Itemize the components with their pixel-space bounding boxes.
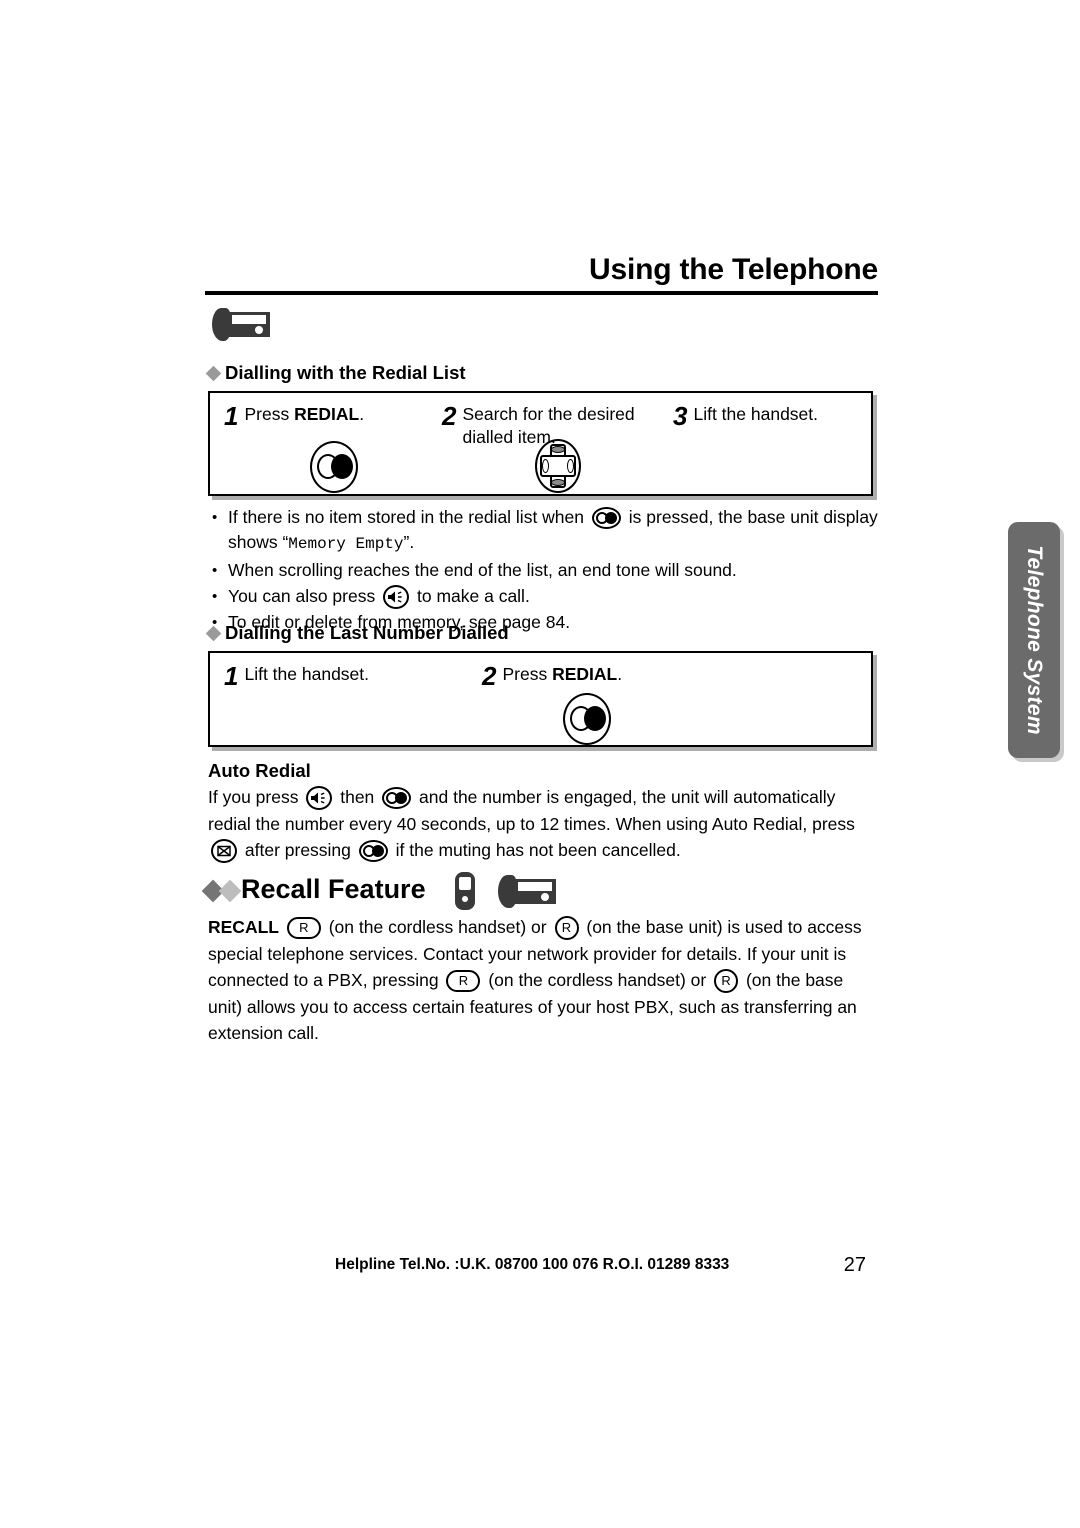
step-text: Press REDIAL. [244, 404, 365, 424]
page-header: Using the Telephone [205, 252, 878, 295]
redial-button-icon [563, 693, 611, 745]
auto-redial-paragraph: If you press then and the number is enga… [208, 784, 880, 864]
page-title: Using the Telephone [589, 253, 878, 286]
redial-button-icon [591, 507, 621, 530]
step-text: Lift the handset. [244, 664, 370, 684]
recall-key-handset-icon: R [286, 917, 321, 940]
heading-text: Dialling the Last Number Dialled [225, 622, 509, 643]
redial-button-icon [382, 787, 412, 810]
heading-recall-feature: Recall Feature [201, 872, 556, 910]
bullet-item: You can also press to make a call. [208, 584, 880, 610]
step-text: Lift the handset. [693, 404, 819, 424]
cordless-handset-icon [454, 872, 475, 910]
step-2: 2 Press REDIAL. [482, 663, 697, 689]
redial-button-icon [310, 441, 358, 493]
redial-button-icon [358, 840, 388, 863]
helpline-text: Helpline Tel.No. :U.K. 08700 100 076 R.O… [335, 1256, 730, 1273]
page-footer: Helpline Tel.No. :U.K. 08700 100 076 R.O… [205, 1254, 878, 1286]
heading-text: Dialling with the Redial List [225, 362, 466, 383]
manual-page: Using the Telephone Dialling with the Re… [0, 0, 1080, 1528]
heading-dialling-last-number: Dialling the Last Number Dialled [205, 622, 509, 644]
step-number: 2 [482, 661, 497, 691]
mute-button-icon [211, 839, 237, 864]
step-number: 2 [442, 401, 457, 431]
step-box-last-number: 1 Lift the handset. 2 Press REDIAL. [208, 651, 873, 747]
heading-text: Recall Feature [241, 874, 426, 905]
step-1: 1 Lift the handset. [224, 663, 439, 689]
step-text: Press REDIAL. [502, 664, 623, 684]
side-tab-label: Telephone System [1023, 545, 1046, 735]
heading-text: Auto Redial [208, 760, 311, 781]
step-number: 1 [224, 661, 239, 691]
heading-dialling-redial-list: Dialling with the Redial List [205, 362, 466, 384]
diamond-bullet-icon [218, 879, 242, 902]
heading-auto-redial: Auto Redial [208, 760, 311, 782]
recall-key-base-icon: R [714, 969, 739, 994]
page-number: 27 [843, 1254, 866, 1276]
navigator-key-icon [535, 439, 581, 493]
recall-key-base-icon: R [554, 916, 579, 941]
notes-bullet-list: If there is no item stored in the redial… [208, 505, 880, 636]
base-unit-icon [212, 308, 270, 341]
bullet-item: When scrolling reaches the end of the li… [208, 558, 880, 583]
base-unit-icon [497, 874, 556, 908]
recall-feature-paragraph: RECALL R (on the cordless handset) or R … [208, 916, 862, 1043]
step-1: 1 Press REDIAL. [224, 403, 424, 429]
step-3: 3 Lift the handset. [673, 403, 863, 429]
step-box-redial-list: 1 Press REDIAL. 2 Search for the desired d… [208, 391, 873, 496]
step-number: 3 [673, 401, 688, 431]
speakerphone-icon [383, 585, 410, 610]
recall-key-handset-icon: R [446, 970, 481, 993]
side-tab-telephone-system: Telephone System [1008, 522, 1060, 758]
step-number: 1 [224, 401, 239, 431]
bullet-item: If there is no item stored in the redial… [208, 505, 880, 557]
diamond-bullet-icon [205, 625, 222, 642]
diamond-bullet-icon [205, 365, 222, 382]
header-divider [205, 291, 878, 295]
speakerphone-icon [306, 786, 333, 811]
